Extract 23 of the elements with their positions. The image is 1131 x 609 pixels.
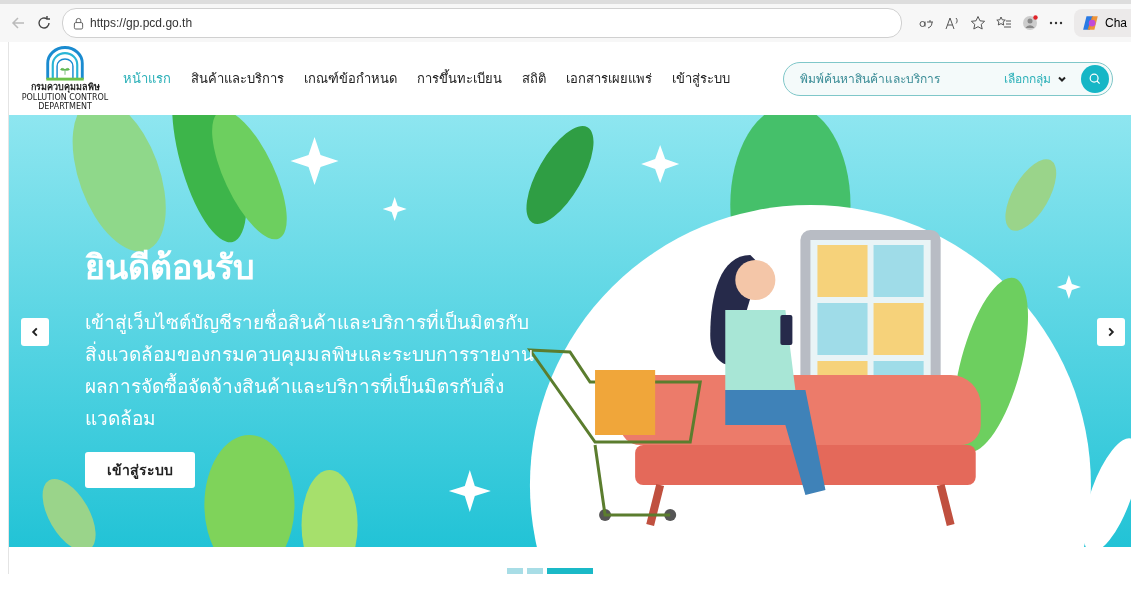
login-button[interactable]: เข้าสู่ระบบ <box>85 452 195 488</box>
nav-link[interactable]: เข้าสู่ระบบ <box>672 68 730 89</box>
nav-link[interactable]: เอกสารเผยแพร่ <box>566 68 652 89</box>
hero-description: เข้าสู่เว็บไซต์บัญชีรายชื่อสินค้าและบริการที่เป็นมิตรกับสิ่งแวดล้อมของกรมควบคุมมลพิษและระบบการรายงานผลการจัดซื้อจัดจ้างสินค้าและบริการที่เป็นมิตรกับสิ่งแวดล้อม <box>85 308 535 431</box>
hero-title: ยินดีต้อนรับ <box>85 246 256 289</box>
address-bar[interactable]: https://gp.pcd.go.th <box>62 8 902 38</box>
nav-link[interactable]: สินค้าและบริการ <box>191 68 284 89</box>
logo[interactable]: กรมควบคุมมลพิษ POLLUTION CONTROL DEPARTMENT <box>17 46 113 111</box>
next-slide-button[interactable] <box>1097 318 1125 346</box>
url-text: https://gp.pcd.go.th <box>90 16 193 30</box>
profile-icon[interactable] <box>1022 15 1038 31</box>
lock-icon <box>73 16 84 30</box>
nav-link[interactable]: เกณฑ์ข้อกำหนด <box>304 68 397 89</box>
star-icon[interactable] <box>970 15 986 31</box>
search-icon <box>1088 71 1102 86</box>
copilot-button[interactable]: Cha <box>1074 9 1131 37</box>
favorites-icon[interactable] <box>996 15 1012 31</box>
copilot-icon <box>1082 14 1100 32</box>
nav-link[interactable]: สถิติ <box>522 68 546 89</box>
previous-slide-button[interactable] <box>21 318 49 346</box>
read-aloud-icon[interactable] <box>944 15 960 31</box>
nav-link[interactable]: การขึ้นทะเบียน <box>417 68 502 89</box>
refresh-icon[interactable] <box>36 15 52 31</box>
